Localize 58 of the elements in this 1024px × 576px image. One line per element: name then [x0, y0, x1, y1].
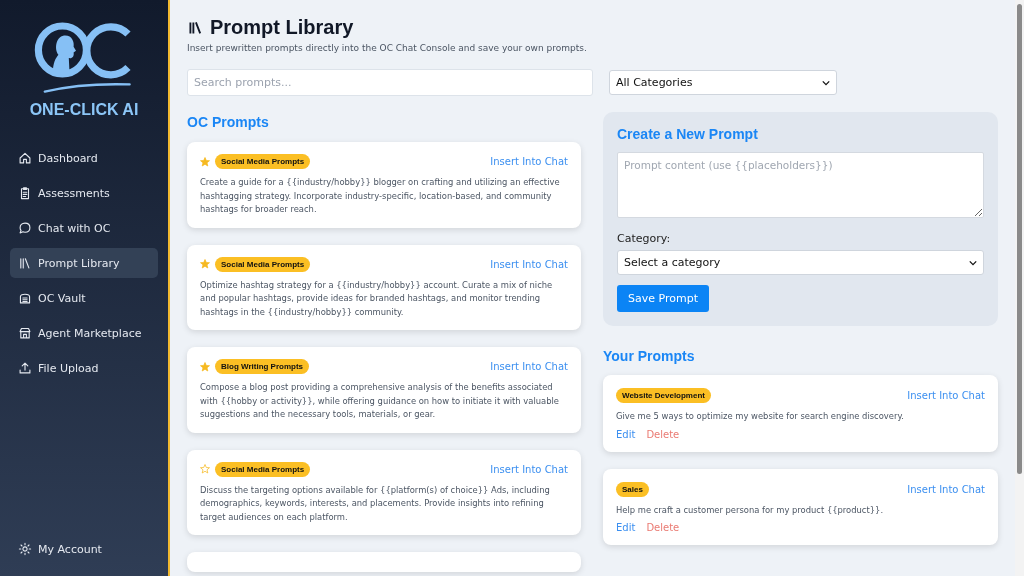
prompt-text: Create a guide for a {{industry/hobby}} blogger on crafting and utilizing an effective hashtagging strategy. Incorporate industry-specific, location-based, and community hashtags for broader reach. — [200, 176, 561, 216]
prompt-text: Optimize hashtag strategy for a {{industry/hobby}} account. Curate a mix of niche and popular hashtags, provide ideas for branded hashtags, and monitor trending hashtags in the {{industry/hobby}} community. — [200, 278, 554, 319]
chevron-down-icon — [969, 259, 977, 266]
upload-icon — [18, 361, 32, 375]
nav-item[interactable]: Chat with OC — [10, 213, 158, 243]
clipboard-icon — [18, 186, 32, 200]
nav-item[interactable]: Agent Marketplace — [10, 318, 158, 348]
category-tag: Social Media Prompts — [215, 256, 311, 272]
search-field[interactable]: Search prompts... — [187, 69, 593, 96]
delete-link[interactable]: Delete — [646, 522, 680, 533]
category-tag: Sales — [616, 481, 649, 497]
nav-item[interactable]: File Upload — [10, 353, 158, 383]
category-tag: Blog Writing Prompts — [215, 359, 310, 374]
section-heading: OC Prompts — [187, 114, 270, 130]
logo-text: ONE-CLICK AI — [29, 101, 139, 119]
field-label: Category: — [617, 232, 672, 245]
save-prompt-button[interactable]: Save Prompt — [617, 285, 709, 312]
category-tag: Website Development — [616, 388, 711, 403]
insert-into-chat-link[interactable]: Insert Into Chat — [907, 483, 985, 495]
edit-link[interactable]: Edit — [616, 428, 636, 440]
insert-into-chat-link[interactable]: Insert Into Chat — [490, 156, 568, 167]
home-icon — [18, 151, 32, 165]
prompt-text: Help me craft a customer persona for my product {{product}}. — [616, 503, 885, 517]
edit-link[interactable]: Edit — [616, 522, 636, 533]
page-title: Prompt Library — [210, 16, 354, 39]
filled-star-icon[interactable] — [200, 259, 210, 269]
settings-icon — [18, 542, 32, 556]
filled-star-icon[interactable] — [200, 361, 210, 372]
section-heading: Your Prompts — [603, 348, 696, 364]
scrollbar[interactable] — [1015, 0, 1024, 576]
vault-icon — [18, 291, 32, 305]
books-icon — [18, 256, 32, 270]
chevron-down-icon — [822, 79, 830, 86]
insert-into-chat-link[interactable]: Insert Into Chat — [490, 258, 568, 270]
category-dropdown[interactable]: All Categories — [609, 70, 837, 95]
nav-item[interactable]: OC Vault — [10, 283, 158, 313]
nav-item[interactable]: My Account — [10, 534, 158, 564]
insert-into-chat-link[interactable]: Insert Into Chat — [907, 390, 985, 401]
books-icon — [187, 19, 204, 36]
filled-star-icon[interactable] — [200, 156, 210, 167]
insert-into-chat-link[interactable]: Insert Into Chat — [490, 463, 568, 475]
prompt-text: Discuss the targeting options available for {{platform(s) of choice}} Ads, including demographics, keywords, interests, and placements. Provide insights into refining target audiences on each platform. — [200, 483, 551, 524]
prompt-content-field[interactable]: Prompt content (use {{placeholders}}) — [617, 152, 984, 218]
insert-into-chat-link[interactable]: Insert Into Chat — [490, 361, 568, 372]
category-tag: Social Media Prompts — [215, 154, 311, 169]
nav-item[interactable]: Assessments — [10, 178, 158, 208]
chat-bubble-icon — [18, 221, 32, 235]
nav-item[interactable]: Dashboard — [10, 143, 158, 173]
category-tag: Social Media Prompts — [215, 461, 311, 477]
prompt-text: Give me 5 ways to optimize my website for search engine discovery. — [616, 410, 905, 423]
panel-heading: Create a New Prompt — [617, 126, 759, 142]
nav-item[interactable]: Prompt Library — [10, 248, 158, 278]
page-subtitle: Insert prewritten prompts directly into the OC Chat Console and save your own prompts. — [187, 43, 588, 53]
prompt-text: Compose a blog post providing a comprehensive analysis of the benefits associated with {{hobby or activity}}, while offering guidance on how to initiate it with valuable suggestions and the necessary tools, materials, or gear. — [200, 381, 560, 421]
category-dropdown[interactable]: Select a category — [617, 250, 984, 275]
outline-star-icon[interactable] — [200, 464, 210, 474]
store-icon — [18, 326, 32, 340]
delete-link[interactable]: Delete — [646, 428, 680, 440]
